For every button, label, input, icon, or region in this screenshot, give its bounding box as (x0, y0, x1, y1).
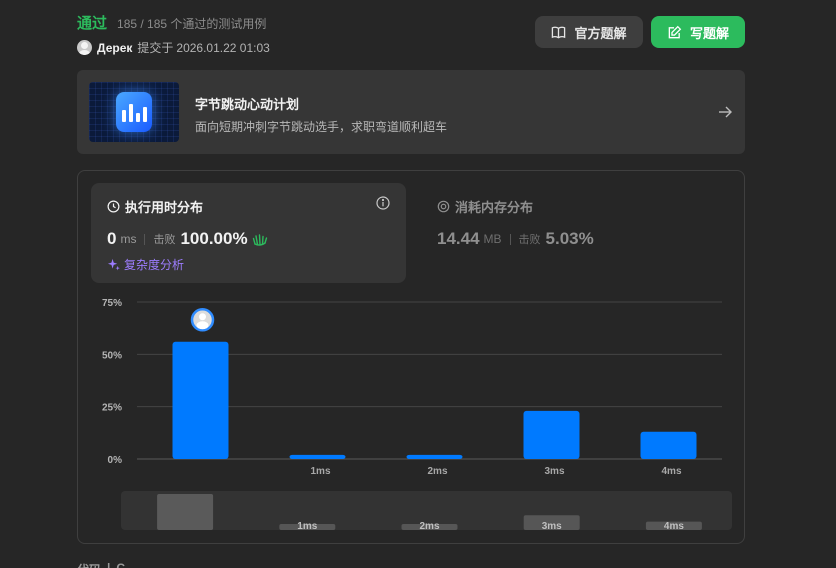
overview-bar (157, 494, 214, 530)
bar[interactable] (523, 410, 580, 459)
bar[interactable] (289, 454, 346, 459)
y-tick-label: 75% (102, 298, 122, 309)
overview-label: 1ms (297, 521, 317, 532)
overview-label: 4ms (664, 521, 684, 532)
x-tick-label: 1ms (310, 466, 330, 477)
y-tick-label: 50% (102, 350, 122, 361)
code-divider: | (107, 561, 111, 568)
code-language: C (116, 561, 126, 568)
bar[interactable] (406, 454, 463, 459)
code-section-header: 代码 | C (77, 561, 125, 568)
avatar-body (196, 321, 209, 330)
x-tick-label: 2ms (427, 466, 447, 477)
runtime-distribution-chart: 0% 25% 50% 75% 1ms 2ms 3ms 4ms 1ms 2ms 3ms 4ms (102, 298, 732, 532)
overview-label: 3ms (542, 521, 562, 532)
avatar-head (199, 313, 206, 321)
code-label: 代码 (77, 561, 101, 568)
overview-label: 2ms (419, 521, 439, 532)
y-tick-label: 0% (108, 455, 123, 466)
bar[interactable] (640, 431, 697, 459)
x-tick-label: 4ms (661, 466, 681, 477)
bar[interactable] (172, 341, 229, 459)
y-tick-label: 25% (102, 403, 122, 414)
x-tick-label: 3ms (544, 466, 564, 477)
